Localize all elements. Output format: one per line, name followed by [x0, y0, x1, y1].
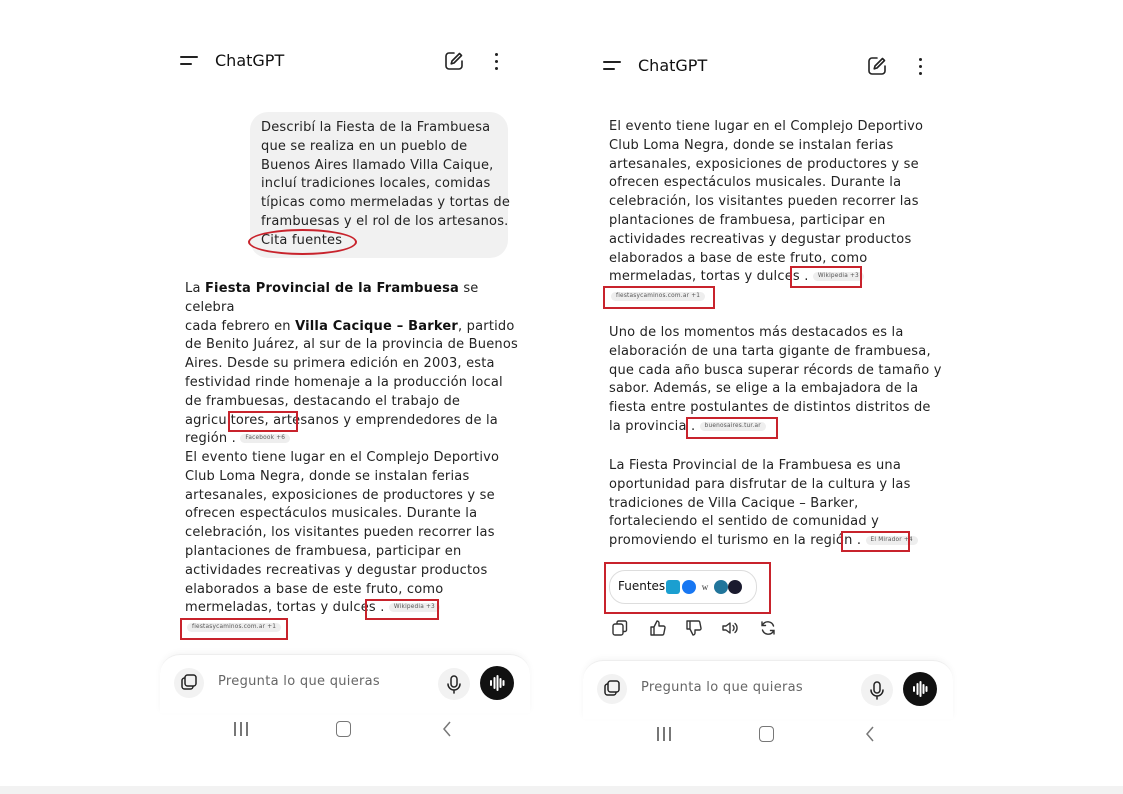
annotation-box: [180, 618, 288, 640]
composer: Pregunta lo que quieras: [583, 660, 953, 719]
copy-icon[interactable]: [611, 619, 629, 637]
more-options-icon[interactable]: [918, 58, 924, 76]
answer-paragraph-2: El evento tiene lugar en el Complejo Dep…: [185, 450, 500, 633]
mic-button[interactable]: [438, 668, 470, 700]
mic-button[interactable]: [861, 674, 893, 706]
annotation-box: [790, 266, 862, 288]
voice-mode-button[interactable]: [480, 666, 514, 700]
attach-button[interactable]: [597, 674, 627, 704]
annotation-box: [686, 417, 778, 439]
left-phone-screen: ChatGPT Describí la Fiesta de la Frambue…: [160, 0, 530, 760]
new-chat-icon[interactable]: [866, 55, 888, 77]
menu-icon[interactable]: [180, 56, 198, 68]
annotation-box: [603, 286, 715, 309]
mic-icon: [447, 675, 461, 694]
system-nav-bar: [583, 719, 953, 749]
home-icon[interactable]: [759, 726, 774, 742]
thumbs-down-icon[interactable]: [685, 619, 703, 637]
more-options-icon[interactable]: [494, 53, 500, 71]
bottom-strip: [0, 786, 1123, 794]
mic-icon: [870, 681, 884, 700]
message-input[interactable]: Pregunta lo que quieras: [218, 674, 380, 689]
top-bar: ChatGPT: [583, 47, 953, 87]
message-input[interactable]: Pregunta lo que quieras: [641, 680, 803, 695]
answer-paragraph-1: El evento tiene lugar en el Complejo Dep…: [609, 119, 924, 302]
new-chat-icon[interactable]: [443, 50, 465, 72]
voice-mode-button[interactable]: [903, 672, 937, 706]
image-icon: [604, 680, 620, 696]
citation-chip[interactable]: Facebook +6: [240, 434, 291, 444]
annotation-oval: [248, 229, 357, 255]
top-bar: ChatGPT: [160, 42, 530, 82]
waveform-icon: [913, 681, 928, 697]
right-phone-screen: ChatGPT El evento tiene lugar en el Comp…: [583, 0, 953, 760]
composer: Pregunta lo que quieras: [160, 654, 530, 713]
annotation-box: [365, 599, 439, 620]
system-nav-bar: [160, 714, 530, 744]
annotation-box: [841, 531, 910, 552]
thumbs-up-icon[interactable]: [649, 619, 667, 637]
read-aloud-icon[interactable]: [721, 619, 739, 637]
home-icon[interactable]: [336, 721, 351, 737]
menu-icon[interactable]: [603, 61, 621, 73]
recents-icon[interactable]: [657, 727, 671, 741]
annotation-box: [604, 562, 771, 614]
app-title: ChatGPT: [215, 51, 285, 70]
image-icon: [181, 674, 197, 690]
regenerate-icon[interactable]: [759, 619, 777, 637]
annotation-box: [228, 411, 298, 432]
recents-icon[interactable]: [234, 722, 248, 736]
app-title: ChatGPT: [638, 56, 708, 75]
waveform-icon: [490, 675, 505, 691]
attach-button[interactable]: [174, 668, 204, 698]
back-icon[interactable]: [441, 720, 453, 738]
back-icon[interactable]: [864, 725, 876, 743]
